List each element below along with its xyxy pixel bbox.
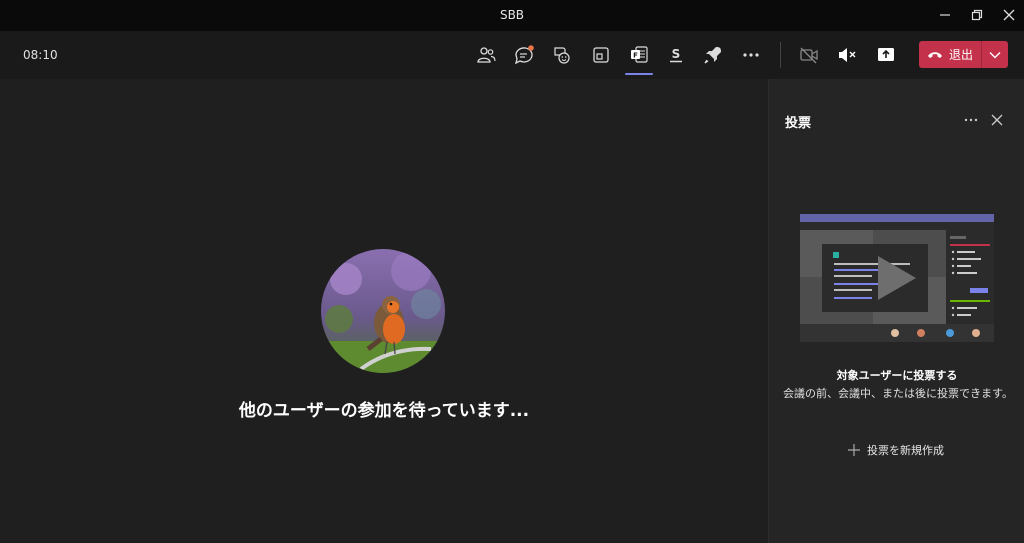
camera-off-icon bbox=[800, 47, 818, 64]
forms-icon: F bbox=[631, 46, 648, 63]
breakout-rooms-button[interactable] bbox=[587, 41, 615, 69]
chat-icon bbox=[515, 45, 534, 65]
reactions-icon bbox=[554, 47, 570, 64]
leave-button[interactable]: 退出 bbox=[919, 41, 981, 68]
chat-button[interactable] bbox=[510, 41, 538, 69]
meeting-stage: 他のユーザーの参加を待っています... bbox=[0, 79, 768, 543]
speaker-muted-icon bbox=[839, 48, 856, 62]
panel-more-button[interactable] bbox=[960, 109, 982, 131]
robin-photo bbox=[321, 249, 445, 373]
rocket-icon bbox=[704, 47, 721, 64]
share-screen-button[interactable] bbox=[872, 41, 900, 69]
window-title: SBB bbox=[499, 8, 525, 22]
more-icon bbox=[743, 53, 759, 57]
hang-up-icon bbox=[927, 51, 942, 58]
app-icon: S bbox=[670, 47, 682, 63]
restore-button[interactable] bbox=[965, 4, 989, 26]
panel-title: 投票 bbox=[785, 116, 812, 131]
minimize-button[interactable] bbox=[933, 4, 957, 26]
mute-button[interactable] bbox=[833, 41, 861, 69]
share-icon bbox=[878, 48, 894, 61]
reactions-button[interactable] bbox=[548, 41, 576, 69]
new-poll-button[interactable]: 投票を新規作成 bbox=[847, 442, 944, 458]
leave-button-group: 退出 bbox=[919, 41, 1008, 68]
close-icon bbox=[1003, 9, 1015, 21]
leave-label: 退出 bbox=[948, 48, 973, 62]
minimize-icon bbox=[940, 14, 950, 16]
rooms-icon bbox=[593, 47, 609, 63]
toolbar-divider bbox=[780, 42, 781, 68]
user-avatar bbox=[321, 249, 445, 373]
meeting-toolbar: 08:10 F S 退出 bbox=[0, 31, 1024, 79]
apps-button[interactable] bbox=[699, 41, 727, 69]
title-bar: SBB bbox=[0, 0, 1024, 31]
forms-poll-button[interactable]: F bbox=[625, 41, 653, 75]
meeting-timer: 08:10 bbox=[23, 48, 58, 62]
poll-panel: 投票 対象ユーザーに投票する 会議の前、会議中、または後に投票できます。 投票を… bbox=[768, 79, 1024, 543]
participants-button[interactable] bbox=[472, 41, 500, 69]
restore-icon bbox=[971, 9, 983, 21]
people-icon bbox=[477, 47, 496, 63]
close-icon bbox=[991, 114, 1003, 126]
plus-icon bbox=[848, 444, 860, 456]
poll-illustration bbox=[800, 214, 994, 342]
more-icon bbox=[964, 118, 978, 122]
app-button[interactable]: S bbox=[662, 41, 690, 69]
camera-button[interactable] bbox=[795, 41, 823, 69]
svg-text:F: F bbox=[633, 52, 638, 60]
more-actions-button[interactable] bbox=[737, 41, 765, 69]
svg-text:S: S bbox=[672, 47, 681, 61]
poll-heading: 対象ユーザーに投票する bbox=[836, 369, 958, 382]
new-poll-label: 投票を新規作成 bbox=[867, 444, 944, 457]
leave-options-button[interactable] bbox=[982, 41, 1008, 68]
waiting-message: 他のユーザーの参加を待っています... bbox=[238, 401, 530, 421]
panel-close-button[interactable] bbox=[986, 109, 1008, 131]
poll-description: 会議の前、会議中、または後に投票できます。 bbox=[783, 387, 1013, 400]
close-window-button[interactable] bbox=[997, 4, 1021, 26]
chevron-down-icon bbox=[989, 51, 1001, 58]
